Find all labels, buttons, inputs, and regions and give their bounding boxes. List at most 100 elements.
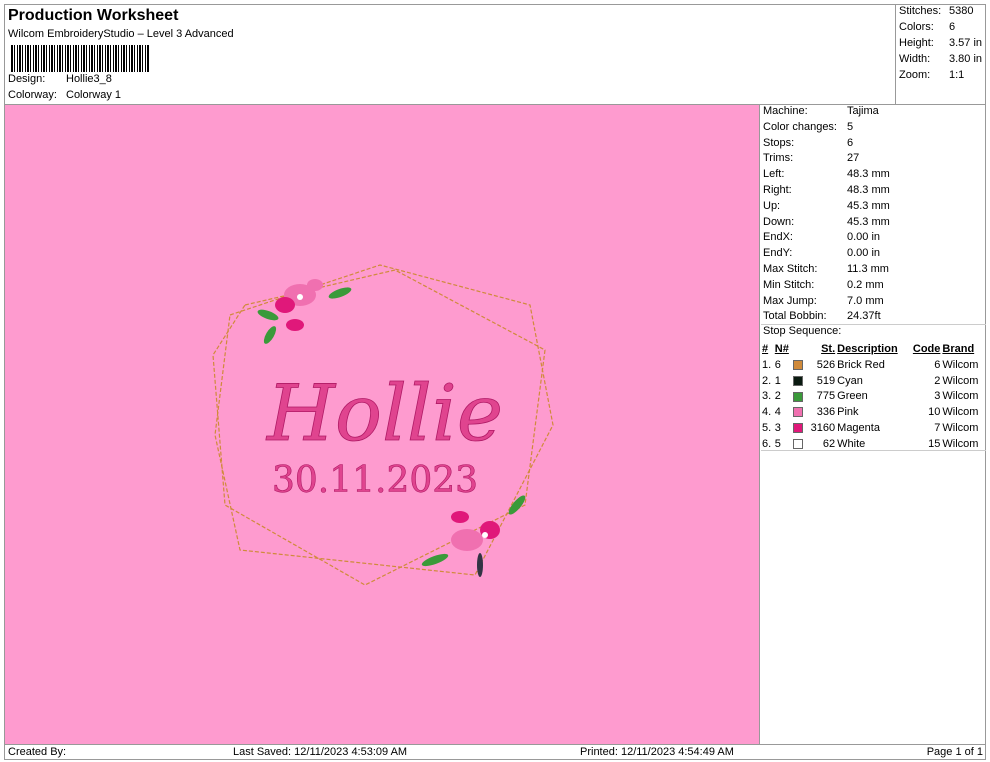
- summary-label: Zoom:: [899, 69, 931, 81]
- needle-number: 2: [774, 390, 781, 403]
- design-row: Design: Hollie3_8: [8, 73, 112, 85]
- stitch-count: 519: [816, 374, 836, 387]
- summary-row: Zoom: 1:1: [896, 69, 986, 85]
- stop-row: 1. 6 526 Brick Red 6 Wilcom: [761, 357, 985, 373]
- color-code: 6: [934, 358, 941, 371]
- brand: Wilcom: [942, 422, 979, 435]
- info-value: 48.3 mm: [847, 183, 890, 196]
- info-value: 24.37ft: [847, 310, 881, 323]
- colorway-value: Colorway 1: [66, 89, 122, 101]
- color-code: 10: [928, 406, 941, 419]
- stop-sequence-table: # N# St. Description Code Brand 1. 6 526 Brick Re…: [761, 341, 985, 452]
- info-value: 0.00 in: [847, 247, 881, 260]
- created-by: Created By:: [8, 746, 67, 758]
- info-label: Up:: [763, 199, 781, 212]
- machine-info-panel: Machine: Tajima Color changes: 5 Stops: 6 Trim…: [761, 105, 986, 326]
- column-header: N#: [774, 343, 789, 355]
- design-value: Hollie3_8: [66, 73, 112, 85]
- color-code: 3: [934, 390, 941, 403]
- info-row: EndX: 0.00 in: [761, 231, 986, 247]
- needle-number: 3: [774, 422, 781, 435]
- barcode: [11, 45, 149, 72]
- info-row: Color changes: 5: [761, 121, 986, 137]
- info-label: Color changes:: [763, 120, 837, 133]
- info-row: Up: 45.3 mm: [761, 200, 986, 216]
- stop-sequence: Stop Sequence: # N# St. Description Code Bran…: [761, 324, 986, 452]
- summary-label: Width:: [899, 53, 931, 65]
- color-swatch: [792, 373, 806, 389]
- flower-cluster-bottom: [421, 495, 526, 577]
- software-subtitle: Wilcom EmbroideryStudio – Level 3 Advanc…: [8, 28, 234, 40]
- info-label: Stops:: [763, 136, 795, 149]
- info-row: Right: 48.3 mm: [761, 184, 986, 200]
- info-row: Machine: Tajima: [761, 105, 986, 121]
- stitch-count: 3160: [810, 422, 836, 435]
- summary-row: Colors: 6: [896, 21, 986, 37]
- info-value: 6: [847, 136, 854, 149]
- info-value: 45.3 mm: [847, 199, 890, 212]
- summary-label: Height:: [899, 37, 934, 49]
- summary-value: 6: [949, 21, 956, 33]
- design-preview: Hollie 30.11.2023: [5, 105, 760, 744]
- color-swatch: [792, 420, 806, 436]
- stop-index: 2.: [762, 374, 772, 387]
- brand: Wilcom: [942, 358, 979, 371]
- color-swatch: [792, 404, 806, 420]
- info-row: Max Jump: 7.0 mm: [761, 295, 986, 311]
- last-saved: Last Saved: 12/11/2023 4:53:09 AM: [233, 746, 408, 758]
- info-label: Min Stitch:: [763, 278, 815, 291]
- colorway-row: Colorway: Colorway 1: [8, 89, 121, 101]
- stop-index: 1.: [762, 358, 772, 371]
- stop-row: 2. 1 519 Cyan 2 Wilcom: [761, 373, 985, 389]
- stop-row: 5. 3 3160 Magenta 7 Wilcom: [761, 420, 985, 436]
- info-label: Down:: [763, 215, 795, 228]
- color-description: Pink: [837, 406, 859, 419]
- stitch-count: 526: [816, 358, 836, 371]
- embroidery-design: Hollie 30.11.2023: [212, 264, 554, 586]
- summary-value: 5380: [949, 5, 974, 17]
- info-label: Max Jump:: [763, 294, 817, 307]
- page-number: Page 1 of 1: [926, 746, 983, 758]
- color-description: Green: [837, 390, 868, 403]
- info-value: 0.2 mm: [847, 278, 884, 291]
- divider: [761, 450, 986, 451]
- summary-panel: Stitches: 5380 Colors: 6 Height: 3.57 in Width…: [895, 5, 986, 104]
- info-row: Down: 45.3 mm: [761, 216, 986, 232]
- info-row: EndY: 0.00 in: [761, 247, 986, 263]
- info-row: Left: 48.3 mm: [761, 168, 986, 184]
- footer: Created By: Last Saved: 12/11/2023 4:53:…: [5, 744, 986, 760]
- info-row: Trims: 27: [761, 152, 986, 168]
- info-row: Stops: 6: [761, 137, 986, 153]
- summary-row: Width: 3.80 in: [896, 53, 986, 69]
- printed-date: Printed: 12/11/2023 4:54:49 AM: [580, 746, 734, 758]
- color-swatch: [792, 357, 806, 373]
- stop-row: 4. 4 336 Pink 10 Wilcom: [761, 404, 985, 420]
- column-header: St.: [821, 343, 836, 355]
- info-value: 27: [847, 152, 860, 165]
- info-label: Left:: [763, 168, 785, 181]
- design-label: Design:: [8, 73, 46, 85]
- info-value: 5: [847, 120, 854, 133]
- column-header: Description: [837, 343, 898, 355]
- needle-number: 6: [774, 358, 781, 371]
- info-value: 45.3 mm: [847, 215, 890, 228]
- colorway-label: Colorway:: [8, 89, 57, 101]
- header: Production Worksheet Wilcom EmbroiderySt…: [5, 5, 895, 104]
- stop-row: 3. 2 775 Green 3 Wilcom: [761, 389, 985, 405]
- info-value: 0.00 in: [847, 231, 881, 244]
- column-header: Brand: [942, 343, 975, 355]
- summary-row: Height: 3.57 in: [896, 37, 986, 53]
- needle-number: 1: [774, 374, 781, 387]
- stitch-count: 775: [816, 390, 836, 403]
- color-code: 2: [934, 374, 941, 387]
- info-row: Min Stitch: 0.2 mm: [761, 279, 986, 295]
- info-label: Total Bobbin:: [763, 310, 827, 323]
- info-label: Right:: [763, 183, 792, 196]
- design-name-text: Hollie: [265, 369, 503, 459]
- summary-row: Stitches: 5380: [896, 5, 986, 21]
- info-value: 11.3 mm: [847, 262, 889, 275]
- summary-value: 3.80 in: [949, 53, 983, 65]
- flower-cluster-top: [257, 279, 352, 344]
- info-label: Machine:: [763, 105, 808, 117]
- page-title: Production Worksheet: [8, 7, 179, 24]
